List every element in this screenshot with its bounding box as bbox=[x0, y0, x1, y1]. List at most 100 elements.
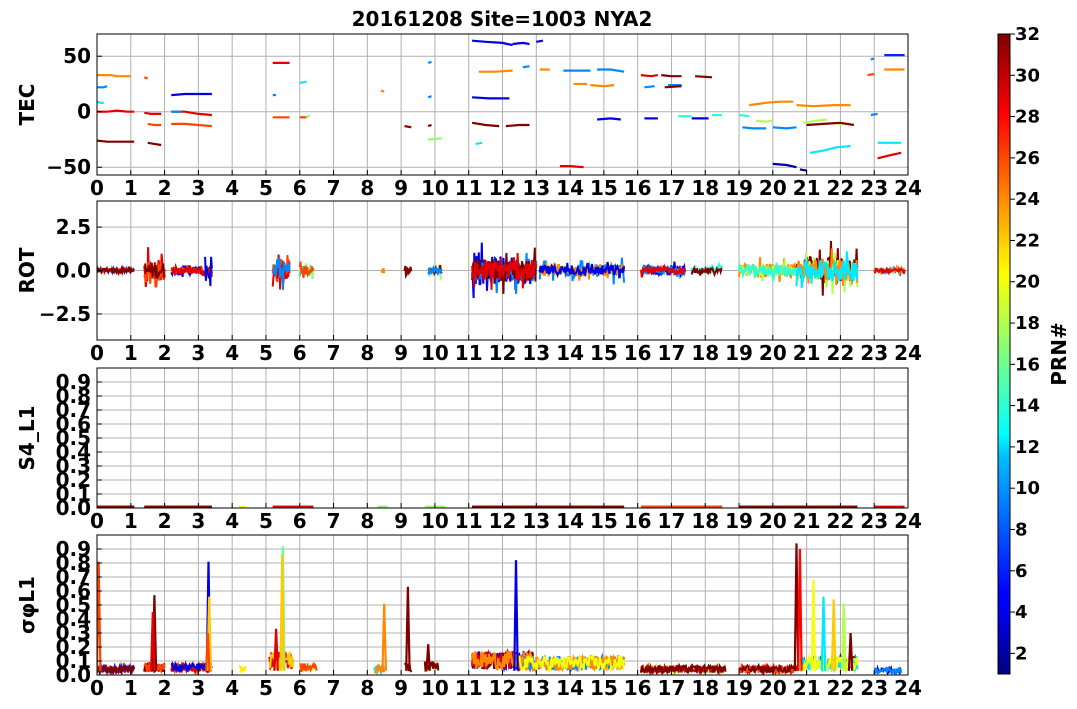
series-line-prn-2 bbox=[799, 168, 807, 172]
series-line-prn-9 bbox=[870, 57, 875, 61]
x-tick-label: 12 bbox=[489, 341, 517, 365]
x-tick-label: 13 bbox=[522, 676, 550, 700]
colorbar-label: PRN# bbox=[1047, 322, 1071, 386]
series-line-prn-17 bbox=[428, 137, 442, 141]
series-line-prn-32 bbox=[505, 123, 530, 128]
colorbar-tick-label: 22 bbox=[1015, 230, 1040, 251]
colorbar-tick-label: 26 bbox=[1015, 148, 1040, 169]
x-tick-label: 15 bbox=[590, 341, 618, 365]
colorbar-tick-label: 12 bbox=[1015, 437, 1040, 458]
series-line-prn-24 bbox=[749, 100, 794, 107]
plot-area bbox=[97, 240, 906, 299]
x-tick-label: 7 bbox=[327, 176, 341, 200]
x-tick-label: 17 bbox=[658, 176, 686, 200]
colorbar-tick-label: 2 bbox=[1015, 643, 1028, 664]
series-line-prn-12 bbox=[475, 141, 483, 145]
x-tick-label: 13 bbox=[522, 509, 550, 533]
y-axis: −2.5 0.0 2.5 bbox=[39, 215, 102, 326]
series-line-prn-18 bbox=[755, 119, 773, 123]
series-line-prn-29 bbox=[144, 111, 162, 115]
figure: 20161208 Site=1003 NYA2 0 1 2 3 4 5 6 7 8 9 10 11 12… bbox=[15, 7, 1071, 700]
series-line-prn-9 bbox=[870, 112, 878, 117]
x-tick-label: 9 bbox=[394, 341, 408, 365]
x-tick-label: 14 bbox=[556, 676, 584, 700]
panel-1: 0 1 2 3 4 5 6 7 8 9 10 11 12 13 14 15 16 17 18 19 20 21 22 23 24… bbox=[15, 33, 922, 200]
x-tick-label: 18 bbox=[691, 509, 719, 533]
series-line-prn-4 bbox=[472, 96, 510, 100]
x-tick-label: 13 bbox=[522, 341, 550, 365]
colorbar-tick-label: 14 bbox=[1015, 396, 1040, 417]
spike-prn-32 bbox=[405, 586, 411, 671]
series-line-prn-26 bbox=[147, 122, 162, 127]
x-tick-label: 6 bbox=[293, 509, 307, 533]
x-tick-label: 20 bbox=[759, 341, 787, 365]
x-tick-label: 7 bbox=[327, 676, 341, 700]
y-tick-label: 0.0 bbox=[56, 259, 91, 283]
x-tick-label: 5 bbox=[259, 341, 273, 365]
y-tick-label: 2.5 bbox=[56, 215, 91, 239]
x-tick-label: 18 bbox=[691, 341, 719, 365]
series-line-prn-9 bbox=[644, 85, 655, 89]
series-line-prn-32 bbox=[404, 125, 412, 129]
colorbar-tick-label: 28 bbox=[1015, 107, 1040, 128]
series-line-prn-9 bbox=[522, 65, 530, 69]
series-line-prn-9 bbox=[772, 126, 797, 130]
x-tick-label: 16 bbox=[624, 509, 652, 533]
x-tick-label: 13 bbox=[522, 176, 550, 200]
x-tick-label: 0 bbox=[90, 176, 104, 200]
x-tick-label: 10 bbox=[421, 509, 449, 533]
rot-line-prn-24 bbox=[380, 268, 386, 274]
plot-area bbox=[97, 39, 905, 172]
series-line-prn-29 bbox=[97, 109, 135, 113]
colorbar-tick-label: 18 bbox=[1015, 313, 1040, 334]
x-tick-label: 14 bbox=[556, 176, 584, 200]
x-tick-label: 24 bbox=[894, 176, 922, 200]
y-tick-label: −2.5 bbox=[39, 302, 91, 326]
x-tick-label: 0 bbox=[90, 341, 104, 365]
x-tick-label: 8 bbox=[360, 676, 374, 700]
series-line-prn-32 bbox=[147, 141, 162, 147]
spike-prn-28 bbox=[797, 548, 803, 671]
colorbar-tick-label: 20 bbox=[1015, 272, 1040, 293]
y-axis-label: TEC bbox=[15, 84, 39, 126]
colorbar-tick-label: 10 bbox=[1015, 478, 1040, 499]
x-tick-label: 1 bbox=[124, 341, 138, 365]
x-tick-label: 5 bbox=[259, 176, 273, 200]
series-line-prn-12 bbox=[809, 145, 851, 154]
y-axis-label: ROT bbox=[15, 247, 39, 293]
x-tick-label: 20 bbox=[759, 676, 787, 700]
series-line-prn-9 bbox=[742, 126, 767, 130]
x-tick-label: 7 bbox=[327, 341, 341, 365]
x-tick-label: 24 bbox=[894, 509, 922, 533]
x-tick-label: 17 bbox=[658, 341, 686, 365]
series-line-prn-32 bbox=[471, 121, 500, 128]
series-line-prn-26 bbox=[143, 76, 149, 80]
y-tick-label: 0.9 bbox=[56, 537, 91, 561]
x-tick-label: 0 bbox=[90, 676, 104, 700]
x-tick-label: 15 bbox=[590, 676, 618, 700]
series-line-prn-29 bbox=[877, 151, 902, 160]
x-tick-label: 20 bbox=[759, 509, 787, 533]
x-tick-label: 9 bbox=[394, 676, 408, 700]
rot-line-prn-32 bbox=[690, 264, 723, 278]
series-line-prn-32 bbox=[97, 139, 135, 143]
x-tick-label: 19 bbox=[725, 341, 753, 365]
x-tick-label: 23 bbox=[860, 176, 888, 200]
series-line-prn-24 bbox=[380, 89, 385, 93]
panel-2: 0 1 2 3 4 5 6 7 8 9 10 11 12 13 14 15 16 17 18 19 20 21 22 23 24… bbox=[15, 200, 922, 365]
x-tick-label: 16 bbox=[624, 176, 652, 200]
x-tick-label: 1 bbox=[124, 509, 138, 533]
x-tick-label: 22 bbox=[826, 676, 854, 700]
series-line-prn-2 bbox=[772, 162, 797, 169]
x-tick-label: 9 bbox=[394, 509, 408, 533]
y-axis: 0.00.10.20.30.40.50.60.70.80.9 bbox=[56, 370, 102, 520]
x-tick-label: 9 bbox=[394, 176, 408, 200]
x-tick-label: 19 bbox=[725, 676, 753, 700]
x-tick-label: 1 bbox=[124, 176, 138, 200]
series-line-prn-32 bbox=[664, 85, 682, 89]
x-tick-label: 3 bbox=[191, 676, 205, 700]
x-tick-label: 6 bbox=[293, 176, 307, 200]
x-tick-label: 16 bbox=[624, 676, 652, 700]
x-tick-label: 1 bbox=[124, 676, 138, 700]
colorbar-tick-label: 6 bbox=[1015, 561, 1028, 582]
